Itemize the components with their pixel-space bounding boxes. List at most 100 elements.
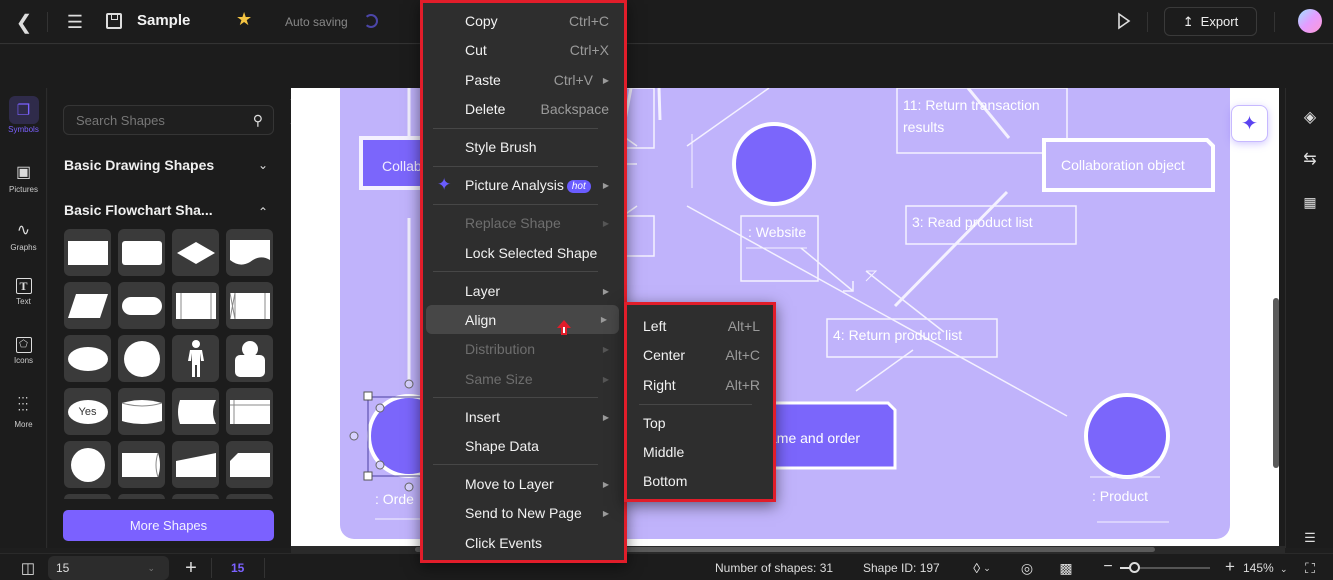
submenu-arrow-icon: ▶ [602,412,609,422]
align-right[interactable]: Right Alt+R [627,372,773,398]
shape-ellipse[interactable] [64,335,111,382]
menu-item-copy[interactable]: Copy Ctrl+C [423,8,624,34]
collaboration-object-label: Collaboration object [1061,157,1185,173]
play-icon[interactable] [1117,12,1131,30]
page-select[interactable]: 15 ⌄ [48,556,169,580]
menu-separator [639,404,752,405]
rail-item-pictures[interactable]: ▣ Pictures [0,162,47,194]
layers-button[interactable]: ◊ ⌄ [966,558,998,578]
align-bottom[interactable]: Bottom [627,468,773,494]
shape-circle[interactable] [118,335,165,382]
context-menu: Copy Ctrl+C Cut Ctrl+X Paste Ctrl+V ▶ Delete… [420,0,627,563]
align-left[interactable]: Left Alt+L [627,313,773,339]
shape-process[interactable] [64,229,111,276]
add-page-button[interactable]: + [180,557,202,579]
zoom-in-button[interactable]: + [1222,557,1238,577]
shape-data[interactable] [64,282,111,329]
menu-item-lock-selected-shape[interactable]: Lock Selected Shape [423,240,624,266]
ai-assistant-button[interactable]: ✦ [1231,105,1268,142]
rail-item-icons[interactable]: ⬠ Icons [0,337,47,365]
rail-item-more[interactable]: ⋯ ⋯ ⋯ More [0,393,47,430]
search-icon[interactable]: ⚲ [253,112,263,129]
collab-label: Collab [382,158,422,174]
rail-item-symbols[interactable]: ❐ Symbols [0,96,47,134]
shape-count: Number of shapes: 31 [715,561,834,575]
fullscreen-icon[interactable]: ⛶ [1300,558,1320,578]
shape-actor[interactable] [172,335,219,382]
settings-list-icon[interactable]: ☰ [1299,530,1321,546]
save-button[interactable] [106,13,122,29]
zoom-out-button[interactable]: − [1100,557,1116,577]
shape-internal-storage-x[interactable] [226,282,273,329]
rail-label: Symbols [8,125,39,134]
align-center[interactable]: Center Alt+C [627,342,773,368]
shape-yes-ellipse[interactable]: Yes [64,388,111,435]
align-top[interactable]: Top [627,410,773,436]
rail-item-graphs[interactable]: ∿ Graphs [0,220,47,252]
shape-row-partial [64,494,273,499]
shape-predefined-process[interactable] [172,282,219,329]
saving-spinner-icon [364,14,378,28]
shape-direct-storage[interactable] [118,441,165,488]
chevron-down-icon[interactable]: ⌄ [258,158,268,172]
shape-terminator[interactable] [118,282,165,329]
focus-mode-icon[interactable]: ◎ [1017,558,1037,578]
graphs-icon: ∿ [16,222,31,239]
shape-card[interactable] [226,441,273,488]
document-title[interactable]: Sample [137,12,190,29]
menu-button[interactable]: ☰ [64,10,86,34]
export-icon: ↥ [1182,13,1194,29]
menu-item-distribution: Distribution ▶ [465,341,609,357]
style-fill-icon[interactable]: ◈ [1299,106,1321,128]
map-icon[interactable]: ▩ [1056,558,1076,578]
shape-stored-data[interactable] [172,388,219,435]
grid-apps-icon[interactable]: ▦ [1299,191,1321,213]
rail-label: More [14,420,33,429]
zoom-level[interactable]: 145% ⌄ [1243,561,1288,575]
menu-item-move-to-layer[interactable]: Move to Layer ▶ [423,471,624,497]
menu-item-style-brush[interactable]: Style Brush [423,134,624,160]
menu-item-delete[interactable]: Delete Backspace [423,96,624,122]
menu-separator [433,204,598,205]
website-node[interactable] [732,122,816,206]
section-basic-flowchart-shapes[interactable]: Basic Flowchart Sha... [64,202,213,218]
menu-item-cut[interactable]: Cut Ctrl+X [423,37,624,63]
rail-item-text[interactable]: T Text [0,278,47,306]
menu-item-paste[interactable]: Paste Ctrl+V ▶ [423,67,624,93]
page-panel-icon[interactable]: ◫ [18,559,38,577]
shape-document[interactable] [226,229,273,276]
menu-item-send-to-new-page[interactable]: Send to New Page ▶ [423,500,624,526]
page-select-value: 15 [56,561,70,575]
back-button[interactable]: ❮ [12,10,36,34]
user-avatar[interactable] [1298,9,1322,33]
export-button[interactable]: ↥ Export [1164,7,1257,36]
shape-rounded-rect[interactable] [118,229,165,276]
zoom-slider[interactable] [1120,562,1210,573]
chevron-up-icon[interactable]: ⌃ [258,205,268,219]
more-shapes-button[interactable]: More Shapes [63,510,274,541]
menu-item-click-events[interactable]: Click Events [423,530,624,556]
menu-item-picture-analysis[interactable]: ✦ Picture Analysis hot ▶ [423,172,624,198]
align-middle[interactable]: Middle [627,439,773,465]
shape-decision[interactable] [172,229,219,276]
product-node[interactable] [1084,393,1170,479]
menu-item-insert[interactable]: Insert ▶ [423,404,624,430]
search-input[interactable]: Search Shapes ⚲ [63,105,274,135]
shape-connector-circle[interactable] [64,441,111,488]
shape-internal-storage[interactable] [226,388,273,435]
shape-manual-input[interactable] [172,441,219,488]
divider [264,558,265,578]
menu-item-shape-data[interactable]: Shape Data [423,433,624,459]
pictures-icon: ▣ [15,164,32,181]
menu-item-layer[interactable]: Layer ▶ [423,278,624,304]
star-icon[interactable]: ★ [236,9,252,30]
zoom-slider-thumb[interactable] [1128,562,1140,573]
section-basic-drawing-shapes[interactable]: Basic Drawing Shapes [64,157,214,173]
rail-label: Text [16,297,31,306]
search-placeholder: Search Shapes [76,112,165,128]
shape-database[interactable] [118,388,165,435]
page-tab-active[interactable]: 15 [231,561,244,575]
shape-user[interactable] [226,335,273,382]
format-panel-icon[interactable]: ⇆ [1299,148,1321,170]
menu-item-align[interactable]: Align ▶ [426,305,619,335]
